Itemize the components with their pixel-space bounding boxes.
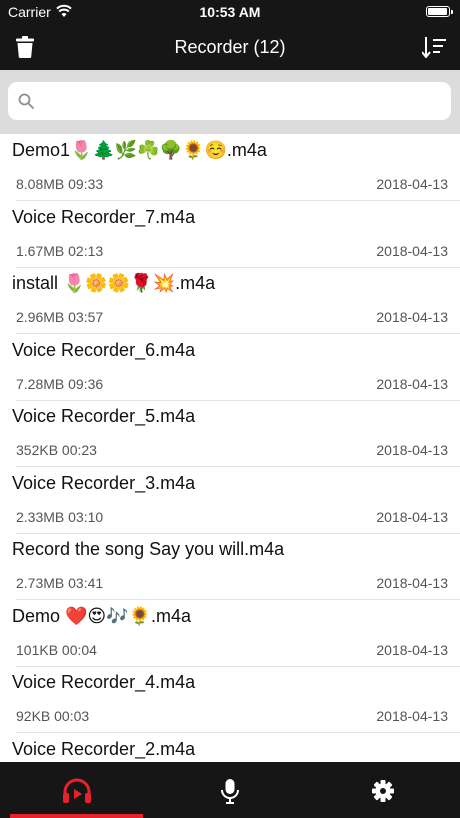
page-title: Recorder (12) [174,37,286,57]
sort-icon[interactable] [422,36,446,58]
gear-icon [372,780,394,802]
top-bar: Carrier 10:53 AM Recorder (12) [0,0,460,70]
recording-name: Voice Recorder_2.m4a [12,738,196,759]
recording-date: 2018-04-13 [376,442,448,458]
recording-row[interactable]: Voice Recorder_4.m4a 92KB 00:03 2018-04-… [0,666,460,733]
recording-row[interactable]: Voice Recorder_5.m4a 352KB 00:23 2018-04… [0,400,460,467]
recording-name: install 🌷🌼🌼🌹💥.m4a [12,273,216,293]
recording-row[interactable]: Voice Recorder_3.m4a 2.33MB 03:10 2018-0… [0,467,460,534]
headphones-play-icon [63,778,91,803]
tab-record[interactable] [153,762,306,818]
tab-settings[interactable] [306,762,459,818]
recording-name: Voice Recorder_3.m4a [12,472,196,493]
recording-meta: 352KB 00:23 [16,442,97,458]
microphone-icon [221,779,239,804]
recording-name: Voice Recorder_4.m4a [12,672,196,692]
recording-meta: 8.08MB 09:33 [16,176,104,192]
recording-name: Record the song Say you will.m4a [12,539,285,559]
recording-meta: 2.96MB 03:57 [16,309,104,325]
recording-meta: 101KB 00:04 [16,641,97,658]
recording-name: Voice Recorder_6.m4a [12,339,196,360]
search-box[interactable] [8,82,451,120]
recording-name: Voice Recorder_7.m4a [12,206,196,227]
recording-name: Voice Recorder_5.m4a [12,406,196,426]
recording-name: Demo1🌷🌲🌿☘️🌳🌻☺️.m4a [12,140,267,160]
recording-date: 2018-04-13 [376,375,448,392]
status-time: 10:53 AM [199,4,261,20]
recording-date: 2018-04-13 [376,641,448,658]
status-bar: Carrier 10:53 AM [0,0,460,24]
search-input[interactable] [42,88,446,116]
tab-recordings[interactable] [0,762,153,818]
recording-name: Demo ❤️😍🎶🌻.m4a [12,605,192,626]
recording-date: 2018-04-13 [376,508,448,525]
recording-date: 2018-04-13 [376,575,448,591]
recording-row[interactable]: Voice Recorder_2.m4a [0,733,460,763]
recording-date: 2018-04-13 [376,708,448,724]
recording-row[interactable]: install 🌷🌼🌼🌹💥.m4a 2.96MB 03:57 2018-04-1… [0,267,460,334]
recording-row[interactable]: Demo ❤️😍🎶🌻.m4a 101KB 00:04 2018-04-13 [0,600,460,667]
recording-row[interactable]: Record the song Say you will.m4a 2.73MB … [0,533,460,600]
search-icon [18,93,34,109]
recording-meta: 92KB 00:03 [16,708,90,724]
recording-date: 2018-04-13 [376,242,448,259]
recording-meta: 7.28MB 09:36 [16,375,104,392]
battery-icon [426,6,453,17]
tab-bar [0,762,460,818]
recording-row[interactable]: Voice Recorder_7.m4a 1.67MB 02:13 2018-0… [0,201,460,268]
nav-bar: Recorder (12) [0,24,460,70]
recording-row[interactable]: Demo1🌷🌲🌿☘️🌳🌻☺️.m4a 8.08MB 09:33 2018-04-… [0,134,460,201]
recording-date: 2018-04-13 [376,176,448,192]
active-tab-indicator [10,814,143,818]
search-area [0,70,460,134]
recording-meta: 1.67MB 02:13 [16,242,104,259]
recording-row[interactable]: Voice Recorder_6.m4a 7.28MB 09:36 2018-0… [0,334,460,401]
recording-meta: 2.73MB 03:41 [16,575,104,591]
recording-meta: 2.33MB 03:10 [16,508,104,525]
recording-date: 2018-04-13 [376,309,448,325]
recordings-list: Demo1🌷🌲🌿☘️🌳🌻☺️.m4a 8.08MB 09:33 2018-04-… [0,134,460,762]
